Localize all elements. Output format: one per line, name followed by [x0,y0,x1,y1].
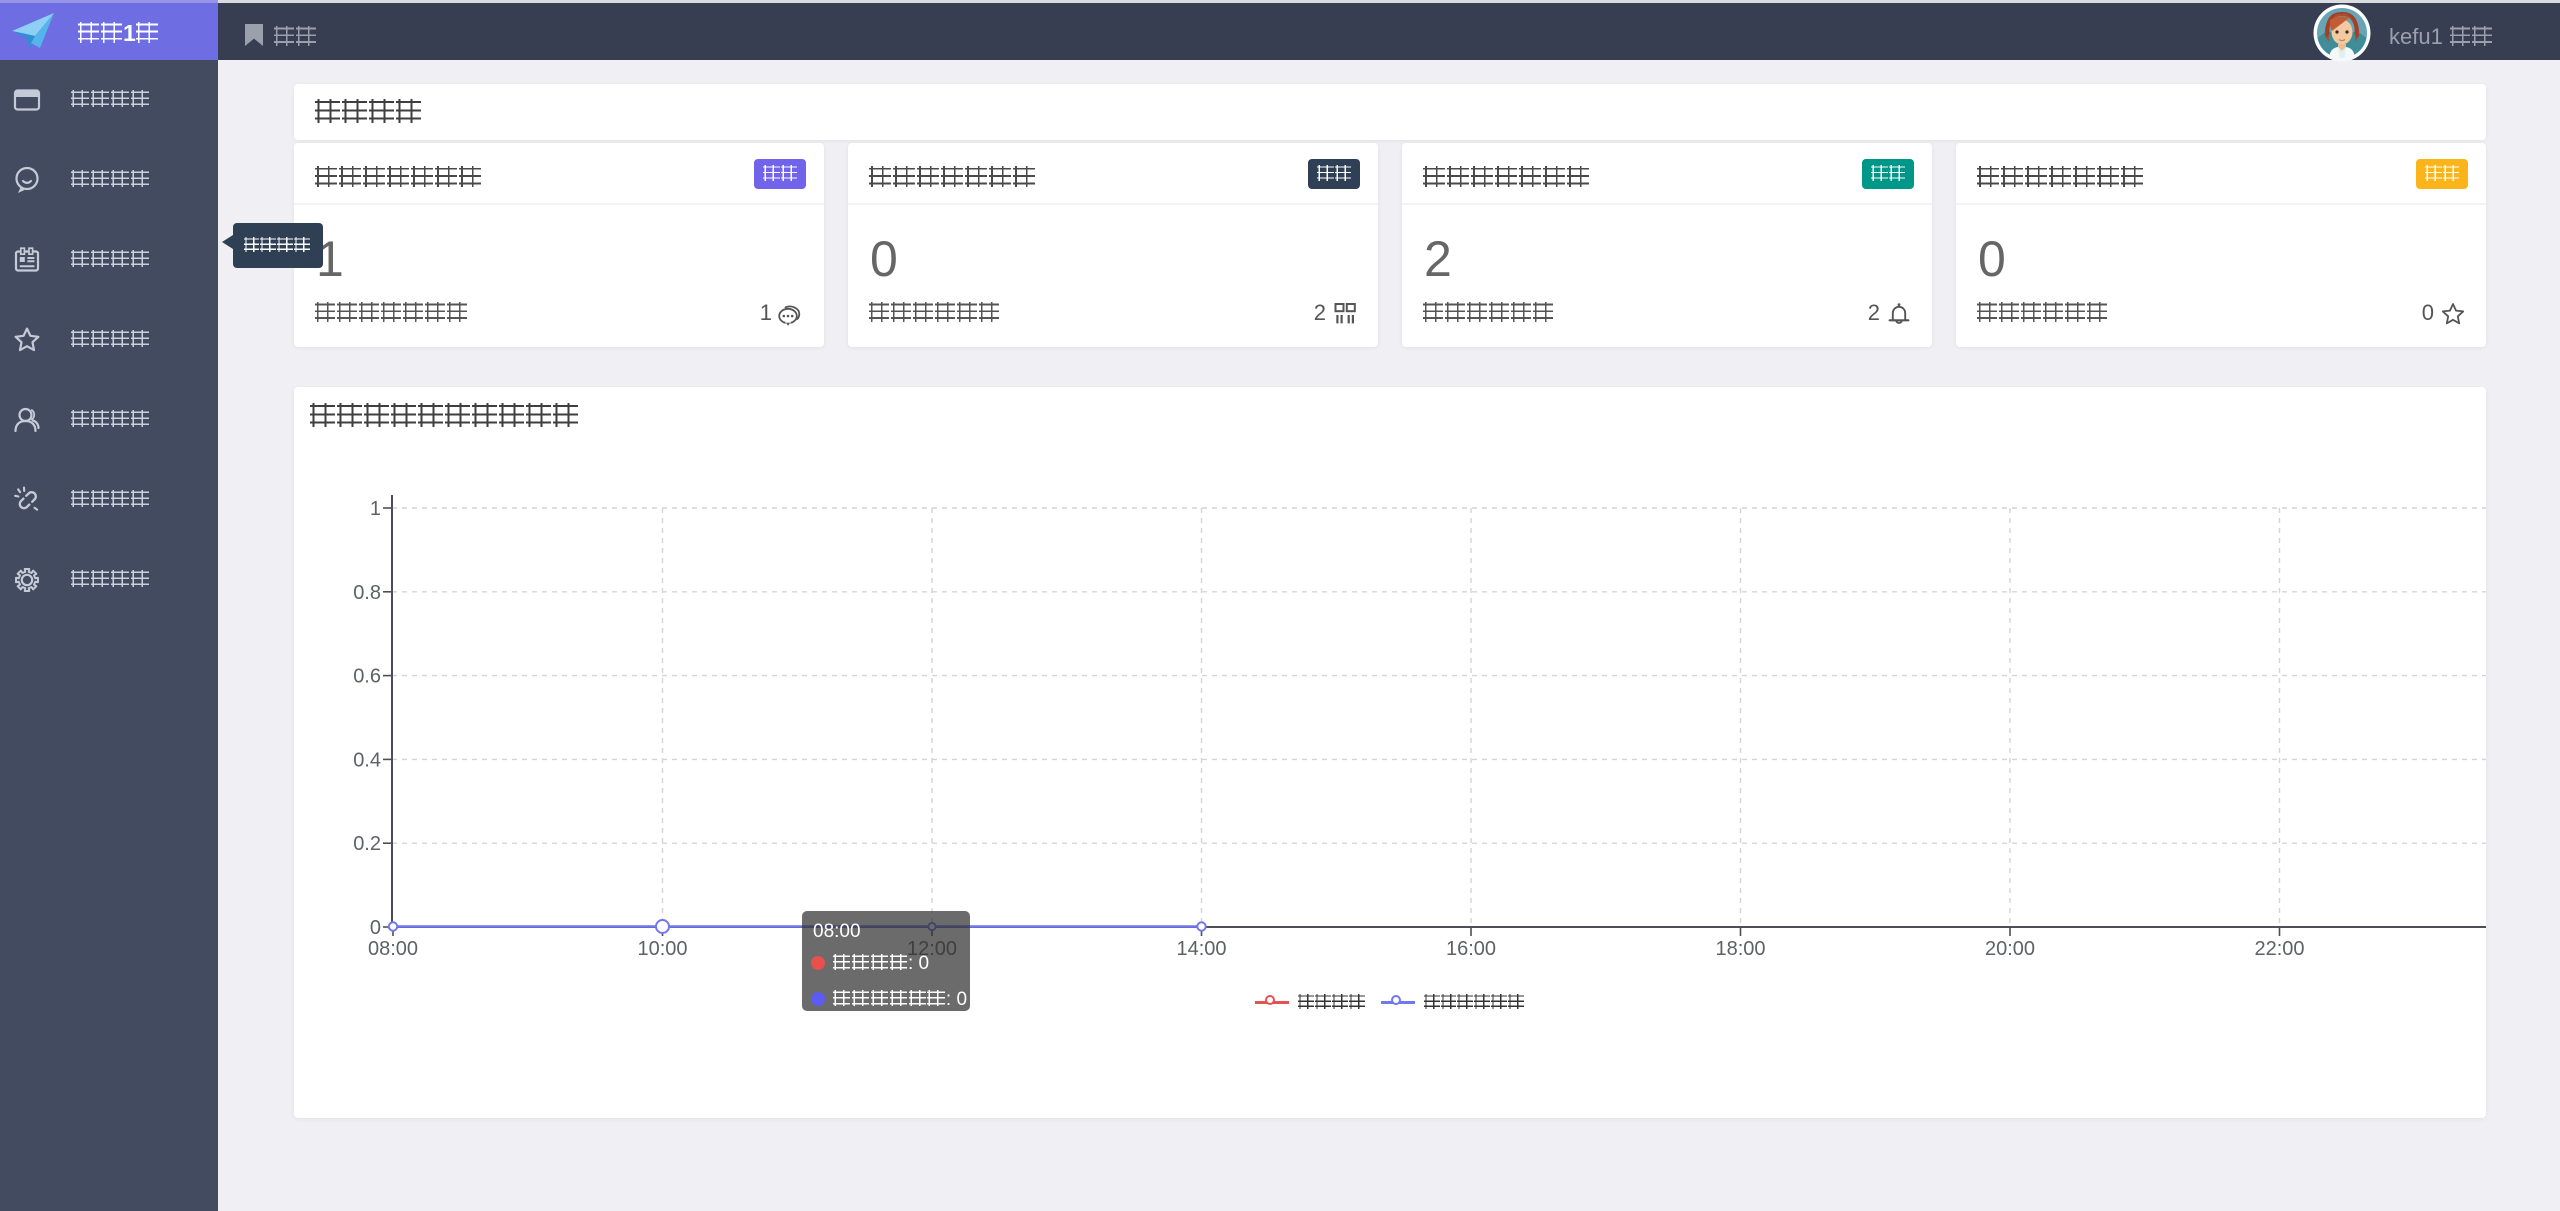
svg-text:0.8: 0.8 [353,582,381,604]
svg-text:0.4: 0.4 [353,749,381,771]
svg-text:16:00: 16:00 [1446,938,1496,960]
svg-text:10:00: 10:00 [637,938,687,960]
svg-text:14:00: 14:00 [1176,938,1226,960]
svg-text:0.2: 0.2 [353,833,381,855]
svg-text:22:00: 22:00 [2254,938,2304,960]
svg-text:0.6: 0.6 [353,666,381,688]
svg-text:0: 0 [370,917,381,939]
svg-text:18:00: 18:00 [1715,938,1765,960]
svg-text:1: 1 [370,498,381,520]
svg-text:08:00: 08:00 [368,938,418,960]
svg-text:20:00: 20:00 [1985,938,2035,960]
